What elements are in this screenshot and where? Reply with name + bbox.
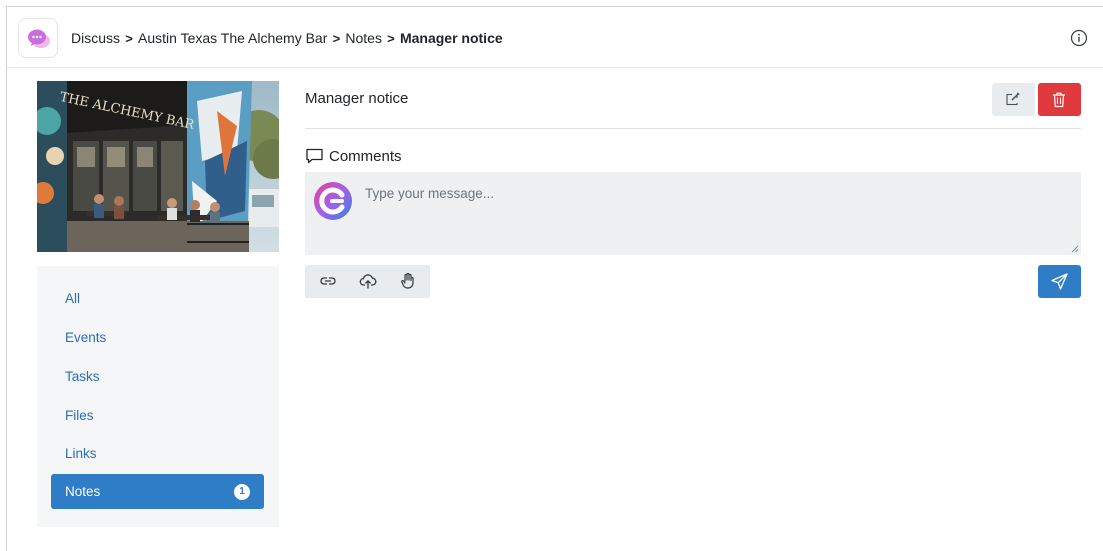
venue-image: THE ALCHEMY BAR (37, 81, 279, 252)
edit-button[interactable] (992, 83, 1035, 116)
nav-item-tasks[interactable]: Tasks (51, 359, 264, 394)
app-logo-icon (28, 29, 50, 48)
nav-item-events[interactable]: Events (51, 320, 264, 355)
nav-item-links[interactable]: Links (51, 436, 264, 471)
breadcrumb-separator: > (332, 31, 341, 46)
notes-count-badge: 1 (234, 484, 250, 500)
app-logo[interactable] (18, 18, 58, 58)
nav-item-label: Notes (65, 484, 101, 499)
attach-link-button[interactable] (310, 265, 346, 298)
breadcrumb: Discuss > Austin Texas The Alchemy Bar >… (71, 30, 503, 47)
delete-button[interactable] (1038, 83, 1081, 116)
breadcrumb-separator: > (125, 31, 133, 46)
nav-item-label: Events (65, 330, 107, 345)
comments-heading: Comments (305, 146, 402, 166)
nav-item-label: Links (65, 446, 97, 461)
breadcrumb-current: Manager notice (399, 30, 503, 46)
info-icon[interactable] (1070, 29, 1088, 47)
nav-item-label: Tasks (65, 369, 100, 384)
breadcrumb-notes[interactable]: Notes (345, 30, 382, 47)
nav-item-files[interactable]: Files (51, 398, 264, 433)
hand-icon (401, 272, 414, 289)
user-avatar (314, 182, 352, 220)
edit-icon (1006, 92, 1020, 106)
message-input[interactable] (365, 186, 1065, 246)
title-divider (305, 128, 1081, 129)
comment-icon (306, 148, 323, 164)
nav-item-all[interactable]: All (51, 281, 264, 316)
nav-item-label: Files (65, 408, 94, 423)
link-icon (320, 277, 336, 285)
raise-hand-button[interactable] (390, 265, 426, 298)
upload-file-button[interactable] (350, 265, 386, 298)
trash-icon (1053, 92, 1065, 108)
send-icon (1051, 273, 1068, 290)
header: Discuss > Austin Texas The Alchemy Bar >… (7, 7, 1103, 68)
category-nav: All Events Tasks Files Links Notes 1 (37, 266, 279, 527)
nav-item-label: All (65, 291, 81, 306)
resize-grip-icon[interactable] (1071, 245, 1079, 253)
composer-toolbar (305, 265, 430, 298)
upload-cloud-icon (359, 274, 377, 289)
app-window: Discuss > Austin Texas The Alchemy Bar >… (6, 6, 1103, 551)
comments-heading-label: Comments (329, 147, 402, 165)
note-title: Manager notice (305, 90, 409, 107)
nav-item-notes[interactable]: Notes 1 (51, 474, 264, 509)
breadcrumb-discuss[interactable]: Discuss (71, 30, 120, 47)
comment-composer (305, 172, 1081, 255)
send-button[interactable] (1038, 265, 1081, 298)
breadcrumb-venue[interactable]: Austin Texas The Alchemy Bar (138, 30, 327, 47)
breadcrumb-separator: > (387, 31, 395, 46)
